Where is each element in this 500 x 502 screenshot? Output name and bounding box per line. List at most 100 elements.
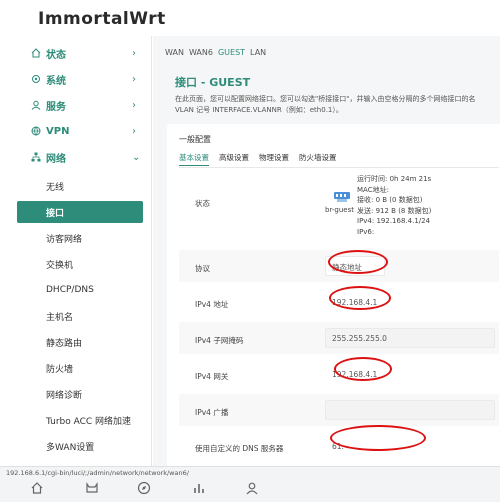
chevron-down-icon: ⌄ [132, 151, 141, 163]
chart-icon[interactable] [192, 481, 206, 495]
ipv4-gateway-input[interactable]: 192.168.4.1 [325, 364, 495, 384]
compass-icon[interactable] [137, 481, 151, 495]
page-description: 在此页面，您可以配置网络接口。您可以勾选"桥接接口"，并输入由空格分隔的多个网络… [175, 94, 500, 116]
brand-title: ImmortalWrt [38, 9, 166, 29]
sidebar-item-label: 服务 [46, 101, 66, 113]
status-mac: MAC地址: [357, 185, 389, 194]
sidebar-item-label: VPN [46, 125, 70, 137]
tab-guest[interactable]: GUEST [218, 48, 245, 57]
sidebar-item-label: DHCP/DNS [46, 285, 94, 295]
sidebar-item-interfaces[interactable]: 接口 [17, 201, 143, 223]
divider [179, 167, 499, 168]
protocol-label: 协议 [195, 264, 210, 273]
status-details: 运行时间: 0h 24m 21s MAC地址: 接收: 0 B (0 数据包) … [357, 174, 431, 237]
sidebar-item-label: 访客网络 [46, 234, 83, 245]
sidebar-item-guest-network[interactable]: 访客网络 [17, 227, 143, 249]
status-ipv6: IPv6: [357, 227, 375, 236]
sidebar-item-switch[interactable]: 交换机 [17, 253, 143, 275]
sidebar-item-label: 主机名 [46, 312, 74, 323]
chevron-right-icon: › [132, 47, 136, 59]
status-tx: 发送: 912 B (8 数据包) [357, 206, 432, 215]
tab-basic-settings[interactable]: 基本设置 [179, 152, 209, 166]
page-title: 接口 - GUEST [175, 76, 251, 89]
protocol-row: 协议 静态地址 [179, 250, 499, 282]
sidebar-item-firewall[interactable]: 防火墙 [17, 357, 143, 379]
user-icon [31, 100, 41, 110]
status-ipv4: IPv4: 192.168.4.1/24 [357, 217, 431, 225]
sidebar-item-status[interactable]: 状态 › [0, 40, 152, 66]
ipv4-address-row: IPv4 地址 192.168.4.1 [179, 286, 499, 318]
tab-advanced-settings[interactable]: 高级设置 [219, 152, 249, 166]
sidebar-item-label: 静态路由 [46, 338, 83, 349]
status-box: br-guest 运行时间: 0h 24m 21s MAC地址: 接收: 0 B… [325, 174, 495, 238]
description-line: 在此页面，您可以配置网络接口。您可以勾选"桥接接口"，并输入由空格分隔的多个网络… [175, 95, 476, 103]
sidebar-item-label: 系统 [46, 75, 66, 87]
ipv4-broadcast-row: IPv4 广播 [179, 394, 499, 426]
ipv4-netmask-select[interactable]: 255.255.255.0 [325, 328, 495, 348]
ipv4-broadcast-label: IPv4 广播 [195, 408, 229, 417]
status-uptime: 运行时间: 0h 24m 21s [357, 175, 432, 183]
tab-wan[interactable]: WAN [165, 48, 184, 57]
chevron-right-icon: › [132, 73, 136, 85]
sidebar-item-label: 无线 [46, 182, 65, 193]
ipv4-gateway-row: IPv4 网关 192.168.4.1 [179, 358, 499, 390]
tab-lan[interactable]: LAN [250, 48, 266, 57]
ipv4-gateway-label: IPv4 网关 [195, 372, 229, 381]
network-interface-icon [334, 192, 350, 202]
sidebar-item-turbo-acc[interactable]: Turbo ACC 网络加速 [17, 409, 143, 431]
sidebar-item-network[interactable]: 网络 ⌄ [0, 144, 152, 170]
tab-firewall-settings[interactable]: 防火墙设置 [299, 152, 337, 166]
sidebar-item-label: 多WAN设置 [46, 442, 95, 453]
chevron-right-icon: › [132, 125, 136, 137]
protocol-select[interactable]: 静态地址 [325, 256, 385, 276]
sidebar-item-dhcp-dns[interactable]: DHCP/DNS [17, 279, 143, 301]
sidebar-item-label: 接口 [46, 208, 65, 219]
network-icon [31, 152, 41, 162]
sidebar-item-label: 状态 [46, 49, 66, 61]
sidebar-item-label: Turbo ACC 网络加速 [46, 416, 132, 427]
sidebar-item-label: 交换机 [46, 260, 74, 271]
custom-dns-row: 使用自定义的 DNS 服务器 61. [179, 430, 499, 464]
sidebar-item-system[interactable]: 系统 › [0, 66, 152, 92]
ipv4-broadcast-input[interactable] [325, 400, 495, 420]
home-icon[interactable] [30, 481, 44, 495]
sidebar-item-hostnames[interactable]: 主机名 [17, 305, 143, 327]
status-rx: 接收: 0 B (0 数据包) [357, 196, 423, 204]
status-url: 192.168.6.1/cgi-bin/luci/;/admin/network… [6, 469, 189, 477]
interface-name: br-guest [325, 206, 354, 214]
status-row: 状态 br-guest 运行时间: 0h 24m 21s MAC地址: 接收: … [179, 170, 499, 242]
ipv4-netmask-label: IPv4 子网掩码 [195, 336, 244, 345]
sidebar-item-wireless[interactable]: 无线 [17, 175, 143, 197]
chevron-right-icon: › [132, 99, 136, 111]
sidebar-item-services[interactable]: 服务 › [0, 92, 152, 118]
sidebar-item-label: 网络诊断 [46, 390, 83, 401]
user-icon[interactable] [245, 481, 259, 495]
ipv4-address-label: IPv4 地址 [195, 300, 229, 309]
ipv4-address-input[interactable]: 192.168.4.1 [325, 292, 495, 312]
custom-dns-input[interactable]: 61. [325, 436, 495, 456]
custom-dns-label: 使用自定义的 DNS 服务器 [195, 444, 284, 453]
sidebar-item-static-routes[interactable]: 静态路由 [17, 331, 143, 353]
sidebar-item-label: 网络 [46, 153, 66, 165]
interface-tabs: WAN WAN6 GUEST LAN [165, 48, 266, 57]
sidebar: 状态 › 系统 › 服务 › VPN › 网络 ⌄ 无线 接口 访客网络 交换机… [0, 36, 152, 466]
vpn-icon [31, 126, 41, 136]
tab-wan6[interactable]: WAN6 [189, 48, 213, 57]
home-icon [31, 48, 41, 58]
sidebar-item-label: 防火墙 [46, 364, 74, 375]
description-line: VLAN 记号 INTERFACE.VLANNR（例如：eth0.1）。 [175, 106, 343, 114]
status-label: 状态 [195, 199, 210, 208]
general-config-card: 一般配置 基本设置 高级设置 物理设置 防火墙设置 状态 br-guest 运行… [167, 124, 500, 466]
ipv4-netmask-row: IPv4 子网掩码 255.255.255.0 [179, 322, 499, 354]
browser-status-bar: 192.168.6.1/cgi-bin/luci/;/admin/network… [0, 466, 500, 502]
sidebar-item-vpn[interactable]: VPN › [0, 118, 152, 144]
header: ImmortalWrt [0, 0, 500, 36]
sidebar-item-diagnostics[interactable]: 网络诊断 [17, 383, 143, 405]
main-content: WAN WAN6 GUEST LAN 接口 - GUEST 在此页面，您可以配置… [153, 36, 500, 466]
sidebar-item-multiwan[interactable]: 多WAN设置 [17, 435, 143, 457]
gear-icon [32, 75, 40, 83]
config-tabs: 基本设置 高级设置 物理设置 防火墙设置 [179, 152, 337, 166]
tab-physical-settings[interactable]: 物理设置 [259, 152, 289, 166]
card-title: 一般配置 [179, 135, 211, 144]
cat-icon[interactable] [85, 481, 99, 495]
